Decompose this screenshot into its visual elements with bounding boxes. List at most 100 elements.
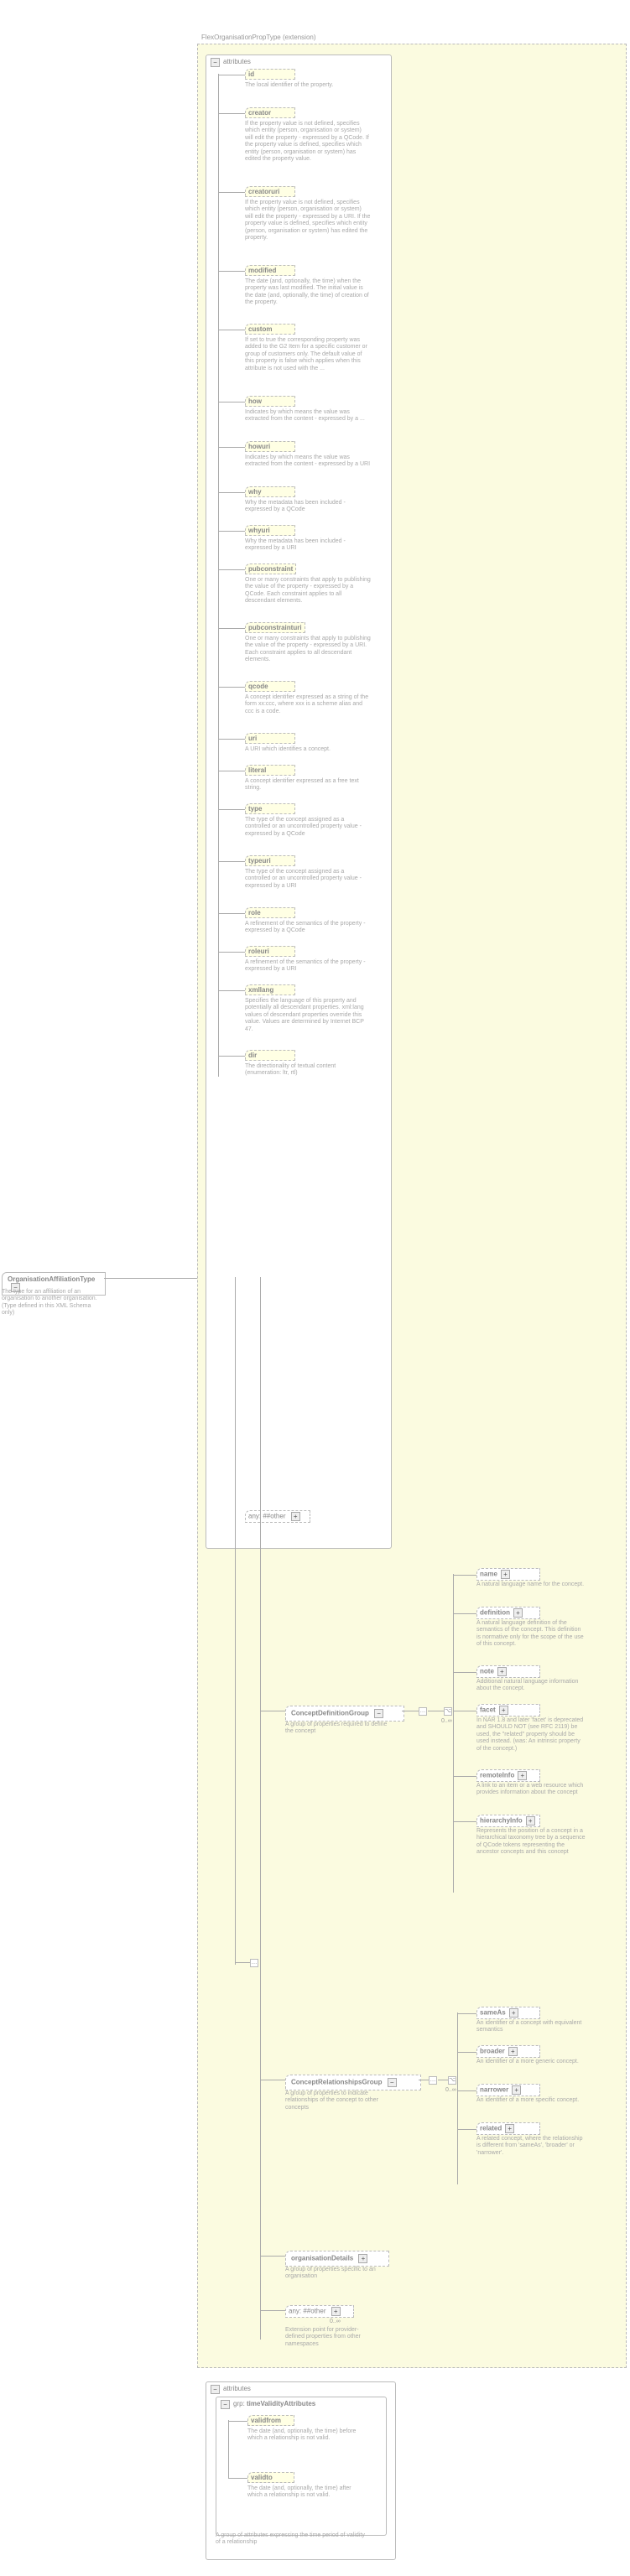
- orgdetails-toggle[interactable]: +: [358, 2254, 367, 2263]
- child-toggle[interactable]: +: [509, 2008, 518, 2018]
- choice-icon: ⌥: [448, 2076, 456, 2085]
- attr-name: roleuri: [248, 948, 269, 955]
- attr-desc: A refinement of the semantics of the pro…: [245, 921, 371, 935]
- attr-literal: literal: [245, 765, 295, 776]
- attributes-panel-label: attributes: [223, 58, 251, 65]
- attr-howuri: howuri: [245, 441, 295, 452]
- child-desc: An identifier of a concept with equivale…: [476, 2020, 586, 2034]
- child-toggle[interactable]: +: [518, 1771, 527, 1780]
- tva-group-label: grp: timeValidityAttributes: [233, 2400, 315, 2407]
- connector: [218, 492, 245, 493]
- child-remoteInfo: remoteInfo +: [476, 1769, 540, 1782]
- child-toggle[interactable]: +: [513, 1608, 523, 1618]
- child-toggle[interactable]: +: [501, 1570, 510, 1579]
- attr-dir: dir: [245, 1050, 295, 1061]
- attr-desc: A concept identifier expressed as a free…: [245, 778, 371, 792]
- attr-desc: If the property value is not defined, sp…: [245, 121, 371, 163]
- attr-typeuri: typeuri: [245, 855, 295, 866]
- attr-name: literal: [248, 766, 266, 774]
- attr-name: typeuri: [248, 857, 271, 865]
- child-toggle[interactable]: +: [508, 2047, 518, 2056]
- attributes-expand-toggle[interactable]: −: [211, 58, 220, 67]
- child-toggle[interactable]: +: [526, 1816, 535, 1826]
- connector: [218, 952, 245, 953]
- child-name: name: [480, 1571, 497, 1578]
- connector: [218, 531, 245, 532]
- attr-name: dir: [248, 1052, 257, 1059]
- connector: [218, 861, 245, 862]
- choice-icon: ⌥: [444, 1707, 452, 1716]
- connector: [453, 1821, 476, 1822]
- child-related: related+: [476, 2122, 540, 2135]
- child-toggle[interactable]: +: [499, 1706, 508, 1715]
- attr-name: whyuri: [248, 527, 270, 534]
- attr-name: custom: [248, 325, 272, 333]
- attr-name: howuri: [248, 443, 270, 450]
- tva-group-toggle[interactable]: −: [221, 2400, 230, 2409]
- cdg-toggle[interactable]: −: [374, 1709, 383, 1718]
- attr-desc: One or many constraints that apply to pu…: [245, 636, 371, 664]
- attr-role: role: [245, 907, 295, 918]
- attr-name: xmllang: [248, 986, 273, 994]
- crg-toggle[interactable]: −: [388, 2078, 397, 2087]
- child-desc: Additional natural language information …: [476, 1679, 586, 1693]
- attr-desc: The local identifier of the property.: [245, 82, 371, 89]
- child-name: hierarchyInfo: [480, 1817, 523, 1825]
- attr-roleuri: roleuri: [245, 946, 295, 957]
- attr-desc: Why the metadata has been included - exp…: [245, 500, 371, 514]
- connector: [218, 74, 219, 1077]
- attr-name: why: [248, 488, 262, 496]
- attr-custom: custom: [245, 324, 295, 335]
- any-other-elem-toggle[interactable]: +: [331, 2307, 341, 2316]
- tva-attr-desc: The date (and, optionally, the time) aft…: [247, 2485, 365, 2500]
- child-toggle[interactable]: +: [505, 2124, 514, 2133]
- connector: [218, 1056, 245, 1057]
- attr-modified: modified: [245, 265, 295, 276]
- attr-name: type: [248, 805, 262, 813]
- attr-creatoruri: creatoruri: [245, 186, 295, 197]
- connector: [235, 1962, 252, 1963]
- child-desc: In NAR 1.8 and later 'facet' is deprecat…: [476, 1717, 586, 1753]
- cdg-occurrence: 0..∞: [441, 1718, 452, 1724]
- connector: [457, 2052, 476, 2053]
- child-hierarchyInfo: hierarchyInfo+: [476, 1815, 540, 1827]
- root-type-desc: The type for an affiliation of an organi…: [2, 1289, 101, 1317]
- child-toggle[interactable]: +: [497, 1667, 507, 1676]
- child-name: name +: [476, 1568, 540, 1581]
- crg-occurrence: 0..∞: [445, 2087, 456, 2093]
- child-desc: A related concept, where the relationshi…: [476, 2136, 586, 2157]
- root-type-name: OrganisationAffiliationType: [8, 1275, 95, 1283]
- any-other-attr-toggle[interactable]: +: [291, 1512, 300, 1521]
- tva-panel-toggle[interactable]: −: [211, 2385, 220, 2394]
- attr-id: id: [245, 69, 295, 80]
- cdg-desc: A group of properties required to define…: [285, 1722, 388, 1736]
- child-toggle[interactable]: +: [512, 2085, 521, 2095]
- tva-attr-name: validto: [251, 2474, 273, 2481]
- child-name: broader: [480, 2048, 505, 2055]
- connector: [218, 113, 245, 114]
- child-broader: broader+: [476, 2045, 540, 2058]
- attr-desc: A URI which identifies a concept.: [245, 746, 371, 753]
- child-desc: A natural language definition of the sem…: [476, 1620, 586, 1649]
- attr-name: modified: [248, 267, 276, 274]
- child-name: sameAs: [480, 2009, 506, 2017]
- child-narrower: narrower +: [476, 2084, 540, 2096]
- attr-desc: The type of the concept assigned as a co…: [245, 869, 371, 890]
- attr-name: creatoruri: [248, 188, 279, 195]
- attr-desc: The type of the concept assigned as a co…: [245, 817, 371, 838]
- attr-why: why: [245, 486, 295, 497]
- connector: [228, 2421, 247, 2422]
- any-other-elem-label: any: ##other: [289, 2308, 325, 2315]
- orgdetails-box: organisationDetails +: [285, 2251, 389, 2267]
- tva-attr-name: validfrom: [251, 2417, 281, 2424]
- connector: [260, 2310, 285, 2311]
- attr-how: how: [245, 396, 295, 407]
- tva-group-box: − grp: timeValidityAttributes: [216, 2397, 387, 2536]
- child-name: narrower: [480, 2086, 508, 2094]
- child-name: remoteInfo: [480, 1772, 514, 1779]
- any-other-attr-box: any: ##other +: [245, 1510, 310, 1523]
- connector: [453, 1672, 476, 1673]
- child-desc: A link to an item or a web resource whic…: [476, 1783, 586, 1797]
- attr-desc: If the property value is not defined, sp…: [245, 200, 371, 242]
- child-note: note+: [476, 1665, 540, 1678]
